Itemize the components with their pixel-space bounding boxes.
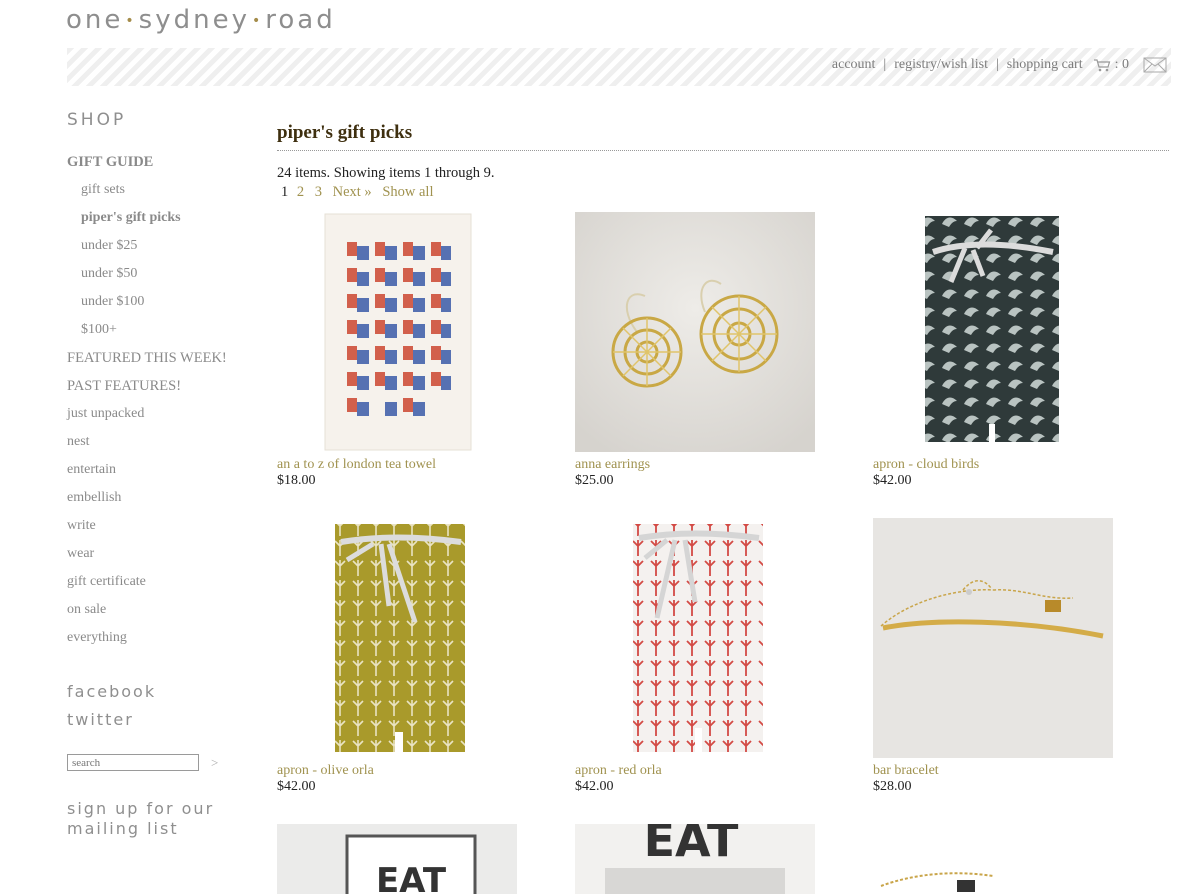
product-image-red-orla-apron[interactable] xyxy=(575,518,815,758)
logo-part-sydney: sydney xyxy=(138,5,250,35)
account-link[interactable]: account xyxy=(832,57,876,73)
next-page-link[interactable]: Next » xyxy=(333,184,372,200)
product-card: EAT xyxy=(575,824,815,894)
show-all-link[interactable]: Show all xyxy=(382,184,433,200)
search-input[interactable] xyxy=(67,754,199,771)
site-logo[interactable]: one •sydney •road xyxy=(66,5,336,35)
product-price: $25.00 xyxy=(575,473,614,488)
product-image-earrings[interactable] xyxy=(575,212,815,452)
account-nav: account | registry/wish list | shopping … xyxy=(832,57,1167,73)
search-submit-button[interactable]: > xyxy=(211,755,218,771)
sidebar-item-gift-guide[interactable]: GIFT GUIDE xyxy=(67,148,247,176)
product-image-bar-bracelet[interactable] xyxy=(873,518,1113,758)
product-image-eat-print[interactable]: EAT xyxy=(277,824,517,894)
product-name-link[interactable]: apron - red orla xyxy=(575,763,815,779)
sidebar-item-write[interactable]: write xyxy=(67,512,247,540)
product-card: bar bracelet $28.00 xyxy=(873,518,1113,795)
logo-dot: • xyxy=(251,12,264,29)
sidebar-item-past-features[interactable]: PAST FEATURES! xyxy=(67,372,247,400)
sidebar-item-entertain[interactable]: entertain xyxy=(67,456,247,484)
nav-separator: | xyxy=(995,57,999,72)
product-card xyxy=(873,824,1113,894)
nav-separator: | xyxy=(883,57,887,72)
social-links: facebook twitter xyxy=(67,678,247,734)
cart-icon[interactable] xyxy=(1093,58,1111,72)
sidebar-item-on-sale[interactable]: on sale xyxy=(67,596,247,624)
product-name-link[interactable]: bar bracelet xyxy=(873,763,1113,779)
logo-part-road: road xyxy=(265,5,336,35)
sidebar-item-just-unpacked[interactable]: just unpacked xyxy=(67,400,247,428)
shop-heading: SHOP xyxy=(67,110,127,130)
sidebar: SHOP GIFT GUIDE gift sets piper's gift p… xyxy=(67,110,247,839)
sidebar-item-everything[interactable]: everything xyxy=(67,624,247,652)
product-image-eat-towel[interactable]: EAT xyxy=(575,824,815,894)
sidebar-item-embellish[interactable]: embellish xyxy=(67,484,247,512)
product-image-tea-towel[interactable] xyxy=(277,212,517,452)
mailing-list-signup-link[interactable]: sign up for our mailing list xyxy=(67,799,247,839)
items-summary: 24 items. Showing items 1 through 9. xyxy=(277,165,495,181)
product-image-cloud-birds-apron[interactable] xyxy=(873,212,1113,452)
page-2-link[interactable]: 2 xyxy=(297,184,304,200)
product-card: apron - olive orla $42.00 xyxy=(277,518,517,795)
product-price: $42.00 xyxy=(873,473,912,488)
product-name-link[interactable]: an a to z of london tea towel xyxy=(277,457,517,473)
product-name-link[interactable]: anna earrings xyxy=(575,457,815,473)
product-name-link[interactable]: apron - olive orla xyxy=(277,763,517,779)
sidebar-item-under-25[interactable]: under $25 xyxy=(67,232,247,260)
product-card: anna earrings $25.00 xyxy=(575,212,815,489)
product-price: $28.00 xyxy=(873,779,912,794)
sidebar-item-nest[interactable]: nest xyxy=(67,428,247,456)
product-card: EAT xyxy=(277,824,517,894)
pagination: 1 2 3 Next » Show all xyxy=(277,184,1169,201)
page-3-link[interactable]: 3 xyxy=(315,184,322,200)
product-card: apron - red orla $42.00 xyxy=(575,518,815,795)
product-price: $18.00 xyxy=(277,473,316,488)
facebook-link[interactable]: facebook xyxy=(67,678,247,706)
registry-link[interactable]: registry/wish list xyxy=(894,57,988,73)
page-title: piper's gift picks xyxy=(277,122,1169,151)
twitter-link[interactable]: twitter xyxy=(67,706,247,734)
main-content: piper's gift picks 24 items. Showing ite… xyxy=(277,122,1169,894)
sidebar-item-gift-sets[interactable]: gift sets xyxy=(67,176,247,204)
sidebar-item-featured[interactable]: FEATURED THIS WEEK! xyxy=(67,344,247,372)
mail-icon[interactable] xyxy=(1143,57,1167,73)
sidebar-item-pipers-gift-picks[interactable]: piper's gift picks xyxy=(67,204,247,232)
sidebar-item-under-50[interactable]: under $50 xyxy=(67,260,247,288)
signup-line-2: mailing list xyxy=(67,819,179,838)
search-form: > xyxy=(67,754,247,771)
logo-dot: • xyxy=(125,12,137,29)
sidebar-item-wear[interactable]: wear xyxy=(67,540,247,568)
product-image-olive-orla-apron[interactable] xyxy=(277,518,517,758)
signup-line-1: sign up for our xyxy=(67,799,215,818)
eat-print-text: EAT xyxy=(376,861,447,894)
product-name-link[interactable]: apron - cloud birds xyxy=(873,457,1113,473)
sidebar-item-under-100[interactable]: under $100 xyxy=(67,288,247,316)
product-price: $42.00 xyxy=(277,779,316,794)
eat-towel-text: EAT xyxy=(644,824,739,867)
shopping-cart-link[interactable]: shopping cart xyxy=(1007,57,1083,73)
logo-part-one: one xyxy=(66,5,124,35)
product-price: $42.00 xyxy=(575,779,614,794)
product-card: apron - cloud birds $42.00 xyxy=(873,212,1113,489)
sidebar-item-gift-certificate[interactable]: gift certificate xyxy=(67,568,247,596)
product-card: an a to z of london tea towel $18.00 xyxy=(277,212,517,489)
sidebar-item-100-plus[interactable]: $100+ xyxy=(67,316,247,344)
cart-count: : 0 xyxy=(1114,57,1129,72)
product-image-bracelet-2[interactable] xyxy=(873,824,1113,894)
page-current: 1 xyxy=(281,184,289,200)
